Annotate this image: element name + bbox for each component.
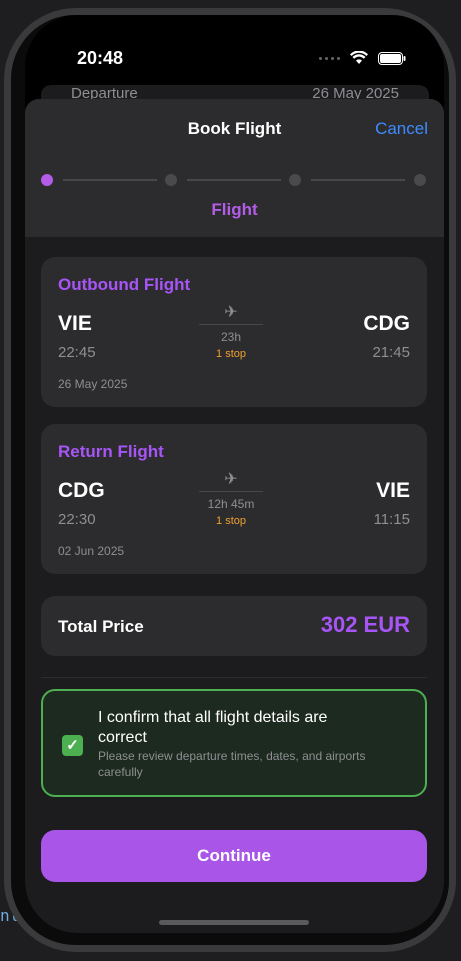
cellular-icon [319,56,340,60]
outbound-date: 26 May 2025 [58,377,128,391]
step-4-dot [414,174,426,186]
step-label: Flight [211,200,258,219]
continue-button[interactable]: Continue [41,830,427,882]
booking-sheet: Book Flight Cancel Flight Outbound Fligh… [25,99,444,933]
outbound-to-code: CDG [363,312,410,335]
wifi-icon [350,51,368,64]
return-to-time: 11:15 [373,511,410,528]
status-time: 20:48 [77,48,124,68]
return-route: ✈ 12h 45m 1 stop [199,472,263,527]
phone-screen: 20:48 Departure 26 May 2025 Book Flight … [25,15,444,933]
confirm-text: I confirm that all flight details are co… [98,709,328,746]
cancel-button[interactable]: Cancel [375,119,428,139]
return-from-code: CDG [58,479,105,502]
return-title: Return Flight [58,442,164,461]
status-icons [319,51,406,65]
confirm-checkbox[interactable]: ✓ [62,735,83,756]
outbound-flight-card: Outbound Flight VIE 22:45 ✈ 23h 1 stop C… [41,257,427,407]
outbound-from-time: 22:45 [58,344,96,361]
sheet-header: Book Flight Cancel Flight [25,99,444,237]
step-connector [187,179,281,181]
step-connector [311,179,405,181]
step-2-dot [165,174,177,186]
return-to-code: VIE [376,479,410,502]
return-flight-card: Return Flight CDG 22:30 ✈ 12h 45m 1 stop… [41,424,427,574]
return-duration: 12h 45m [207,497,255,511]
total-price-value: 302 EUR [320,612,410,637]
outbound-from-code: VIE [58,312,92,335]
route-line [199,491,263,492]
confirm-hint: Please review departure times, dates, an… [98,749,366,779]
home-indicator [159,920,309,925]
outbound-to-time: 21:45 [372,344,410,361]
total-price-card: Total Price 302 EUR [41,596,427,656]
route-line [199,324,263,325]
step-3-dot [289,174,301,186]
divider [41,677,427,678]
step-connector [63,179,157,181]
return-date: 02 Jun 2025 [58,544,125,558]
outbound-route: ✈ 23h 1 stop [199,305,263,360]
step-1-dot [41,174,53,186]
outbound-title: Outbound Flight [58,275,191,294]
battery-icon [378,51,406,65]
total-price-label: Total Price [58,617,144,636]
airplane-icon: ✈ [224,304,238,321]
airplane-icon: ✈ [224,471,238,488]
confirm-details-box[interactable]: ✓ I confirm that all flight details are … [41,689,427,797]
outbound-stops: 1 stop [216,348,246,360]
return-from-time: 22:30 [58,511,96,528]
outbound-duration: 23h [220,330,242,344]
return-stops: 1 stop [216,515,246,527]
